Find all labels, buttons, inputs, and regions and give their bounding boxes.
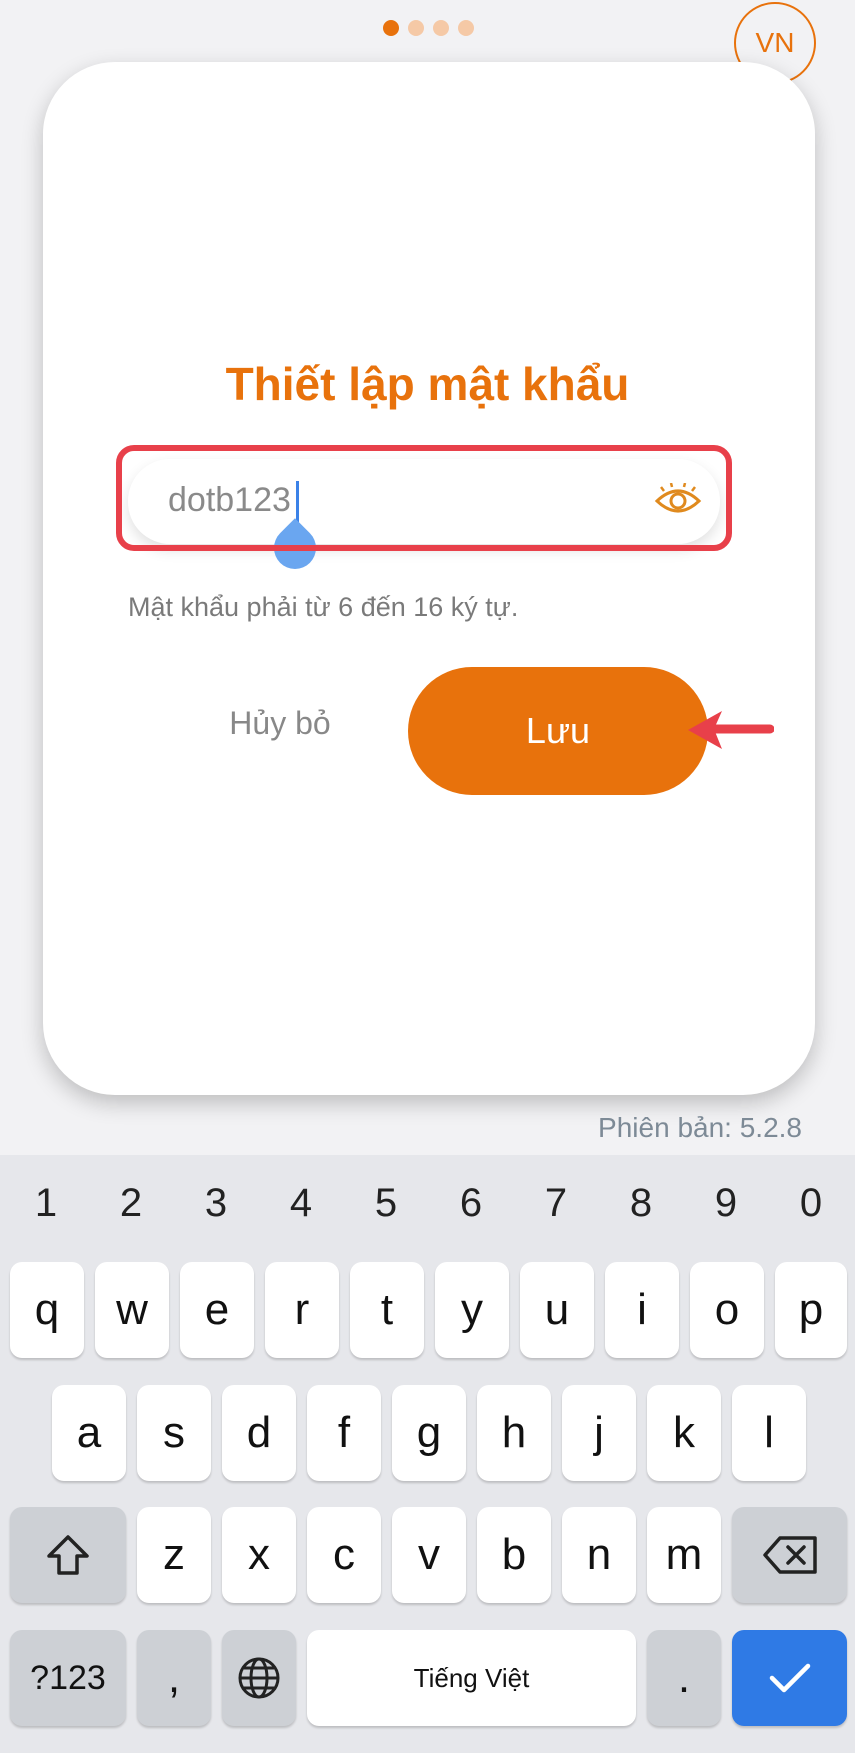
key-w[interactable]: w — [95, 1262, 169, 1358]
key-u[interactable]: u — [520, 1262, 594, 1358]
symbols-key[interactable]: ?123 — [10, 1630, 126, 1726]
checkmark-icon — [769, 1663, 810, 1693]
space-key[interactable]: Tiếng Việt — [307, 1630, 636, 1726]
key-1[interactable]: 1 — [11, 1181, 81, 1226]
key-o[interactable]: o — [690, 1262, 764, 1358]
key-8[interactable]: 8 — [606, 1181, 676, 1226]
key-5[interactable]: 5 — [351, 1181, 421, 1226]
key-c[interactable]: c — [307, 1507, 381, 1603]
key-d[interactable]: d — [222, 1385, 296, 1481]
key-a[interactable]: a — [52, 1385, 126, 1481]
key-3[interactable]: 3 — [181, 1181, 251, 1226]
key-h[interactable]: h — [477, 1385, 551, 1481]
key-y[interactable]: y — [435, 1262, 509, 1358]
key-f[interactable]: f — [307, 1385, 381, 1481]
key-0[interactable]: 0 — [776, 1181, 846, 1226]
key-l[interactable]: l — [732, 1385, 806, 1481]
app-background: VN Thiết lập mật khẩu dotb123 Mật khẩu p… — [0, 0, 855, 1155]
key-n[interactable]: n — [562, 1507, 636, 1603]
key-r[interactable]: r — [265, 1262, 339, 1358]
key-m[interactable]: m — [647, 1507, 721, 1603]
annotation-arrow-icon — [688, 711, 774, 749]
shift-key[interactable] — [10, 1507, 126, 1603]
key-7[interactable]: 7 — [521, 1181, 591, 1226]
password-hint: Mật khẩu phải từ 6 đến 16 ký tự. — [128, 592, 519, 622]
comma-key[interactable]: , — [137, 1630, 211, 1726]
key-b[interactable]: b — [477, 1507, 551, 1603]
number-row: 1 2 3 4 5 6 7 8 9 0 — [0, 1181, 855, 1241]
key-j[interactable]: j — [562, 1385, 636, 1481]
key-2[interactable]: 2 — [96, 1181, 166, 1226]
key-e[interactable]: e — [180, 1262, 254, 1358]
dialog-title: Thiết lập mật khẩu — [225, 358, 630, 410]
annotation-highlight — [116, 445, 732, 551]
globe-icon — [238, 1657, 280, 1699]
on-screen-keyboard: 1 2 3 4 5 6 7 8 9 0 q w e r t y u i o p … — [0, 1155, 855, 1753]
cancel-button[interactable]: Hủy bỏ — [205, 705, 355, 755]
key-k[interactable]: k — [647, 1385, 721, 1481]
key-z[interactable]: z — [137, 1507, 211, 1603]
key-g[interactable]: g — [392, 1385, 466, 1481]
key-p[interactable]: p — [775, 1262, 847, 1358]
key-v[interactable]: v — [392, 1507, 466, 1603]
key-6[interactable]: 6 — [436, 1181, 506, 1226]
page-dot-3 — [433, 20, 449, 36]
key-s[interactable]: s — [137, 1385, 211, 1481]
key-4[interactable]: 4 — [266, 1181, 336, 1226]
key-i[interactable]: i — [605, 1262, 679, 1358]
page-indicator — [383, 20, 474, 36]
backspace-key[interactable] — [732, 1507, 847, 1603]
version-label: Phiên bản: 5.2.8 — [598, 1112, 802, 1143]
save-button[interactable]: Lưu — [408, 667, 708, 795]
language-key[interactable] — [222, 1630, 296, 1726]
shift-icon — [47, 1535, 89, 1575]
page-dot-1 — [383, 20, 399, 36]
key-x[interactable]: x — [222, 1507, 296, 1603]
symbols-key-label: ?123 — [30, 1658, 106, 1697]
page-dot-4 — [458, 20, 474, 36]
key-9[interactable]: 9 — [691, 1181, 761, 1226]
done-key[interactable] — [732, 1630, 847, 1726]
key-q[interactable]: q — [10, 1262, 84, 1358]
period-key[interactable]: . — [647, 1630, 721, 1726]
page-dot-2 — [408, 20, 424, 36]
password-dialog — [43, 62, 815, 1095]
backspace-icon — [762, 1536, 817, 1574]
key-t[interactable]: t — [350, 1262, 424, 1358]
